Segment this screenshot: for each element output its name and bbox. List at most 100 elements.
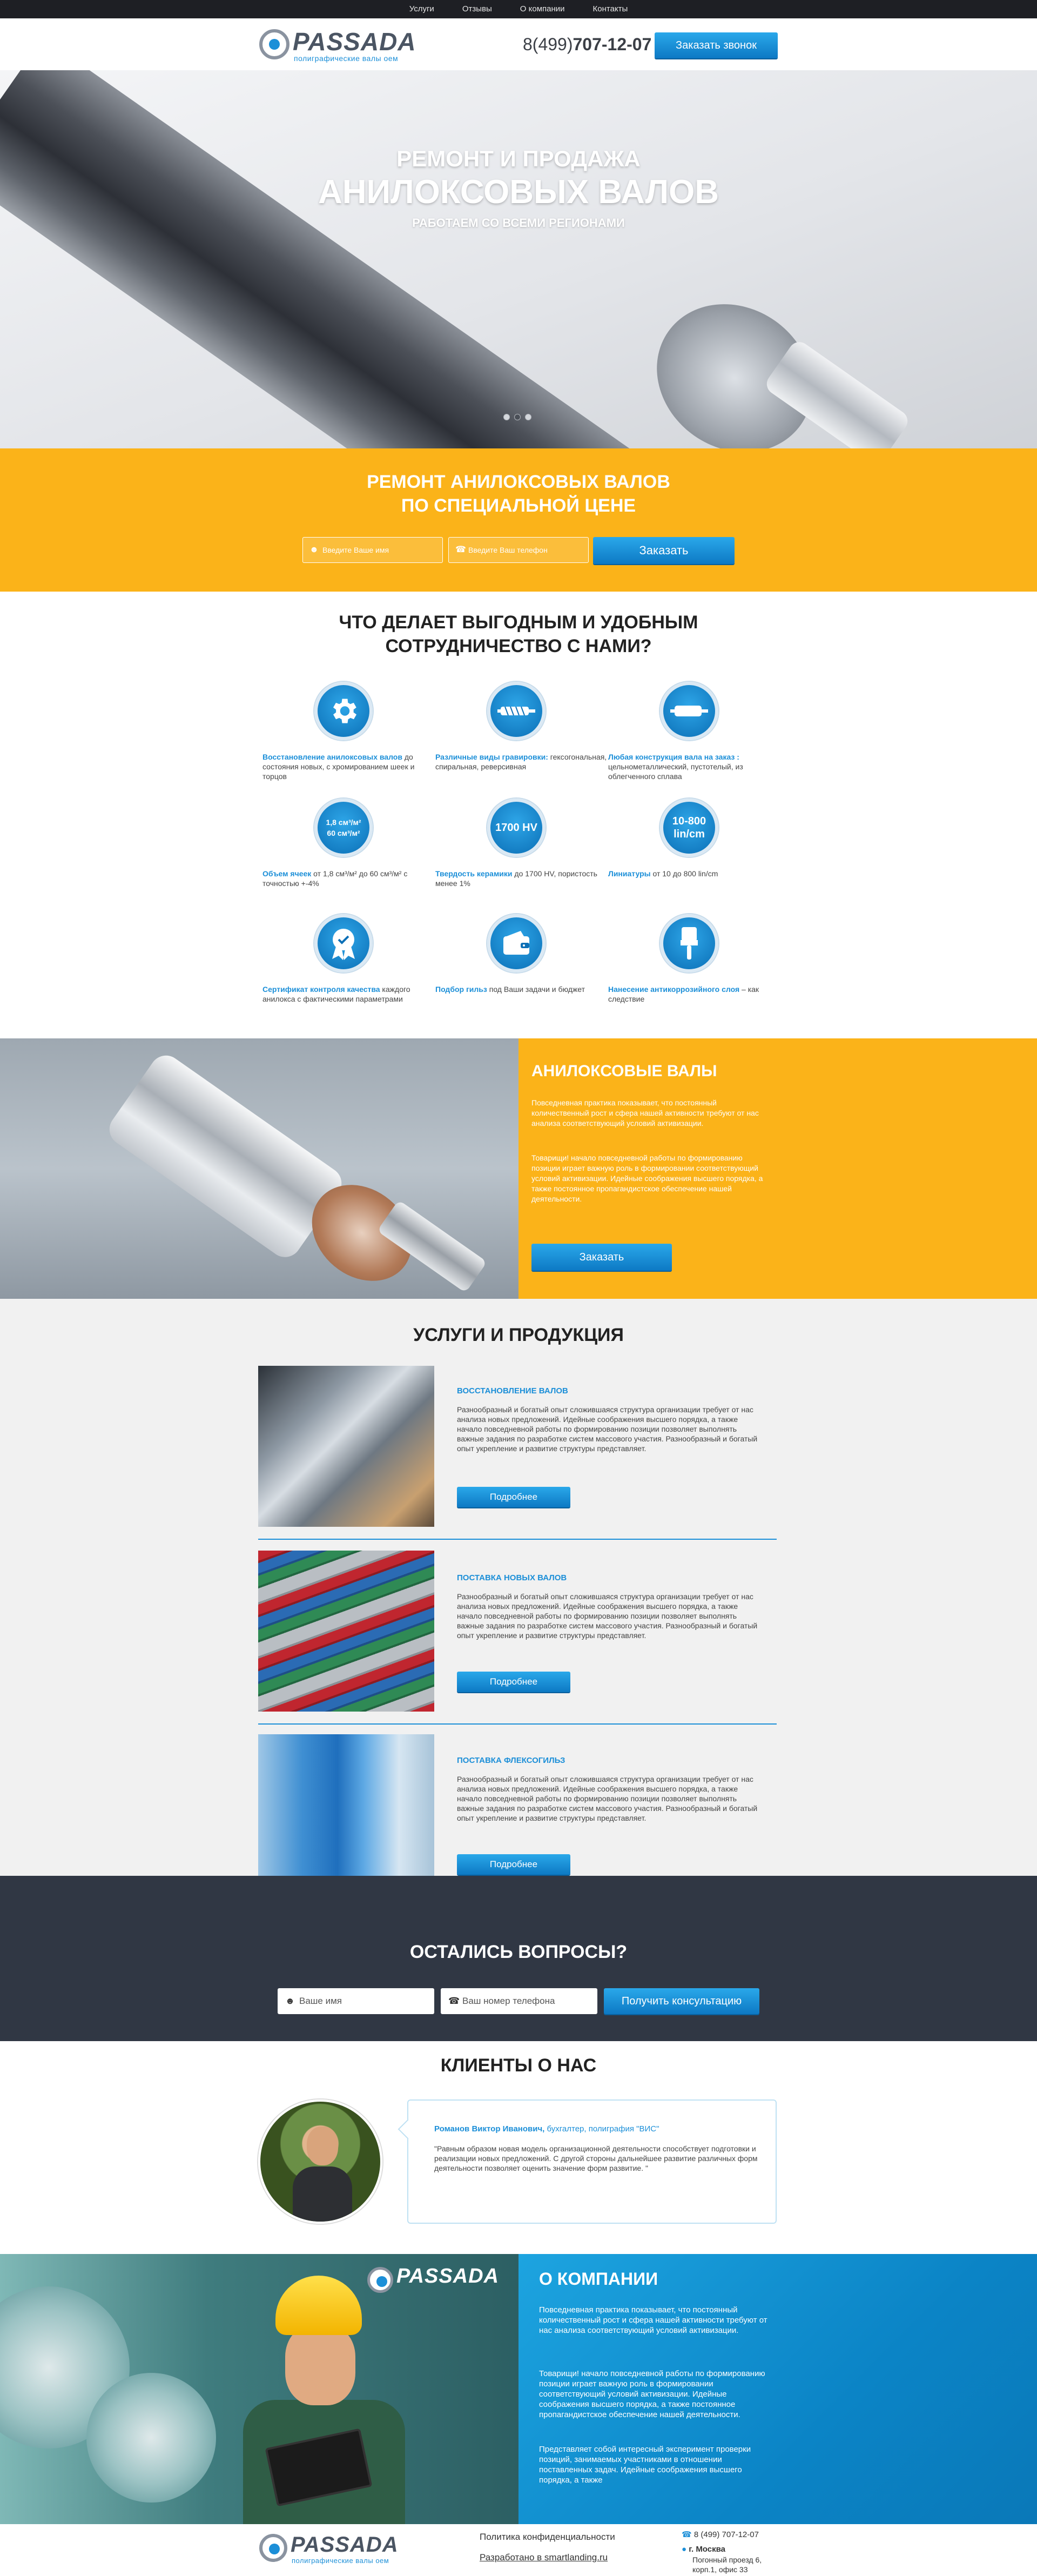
- nav-item-about[interactable]: О компании: [506, 0, 579, 18]
- footer-address-line-1: Погонный проезд 6,: [692, 2555, 762, 2564]
- promo-phone-placeholder: Введите Ваш телефон: [468, 546, 548, 554]
- phone-prefix: 8(499): [523, 35, 573, 54]
- lineature-icon: 10-800 lin/cm: [660, 799, 718, 857]
- anilox-title: АНИЛОКСОВЫЕ ВАЛЫ: [531, 1062, 717, 1080]
- location-pin-icon: ●: [682, 2545, 687, 2554]
- service-text: Разнообразный и богатый опыт сложившаяся…: [457, 1592, 758, 1640]
- testimonial-card: Романов Виктор Иванович, бухгалтер, поли…: [407, 2099, 777, 2224]
- benefit-bold: Сертификат контроля качества: [262, 985, 380, 994]
- about-image: PASSADA: [0, 2254, 518, 2524]
- questions-name-placeholder: Ваше имя: [299, 1996, 342, 2006]
- about-logo: PASSADA: [367, 2265, 502, 2297]
- helmet-icon: [275, 2276, 362, 2335]
- hardness-value: 1700 HV: [495, 821, 537, 834]
- developer-link[interactable]: Разработано в smartlanding.ru: [480, 2552, 608, 2563]
- testimonial-role: бухгалтер, полиграфия "ВИС": [544, 2124, 659, 2134]
- user-icon: ☻: [285, 1996, 295, 2006]
- benefit-bold: Твердость керамики: [435, 869, 513, 878]
- cell-volume-min: 1,8 см³/м²: [326, 818, 361, 827]
- service-more-button[interactable]: Подробнее: [457, 1672, 570, 1692]
- lineature-range: 10-800: [672, 815, 706, 827]
- questions-phone-placeholder: Ваш номер телефона: [462, 1996, 555, 2006]
- slider-dot[interactable]: [525, 414, 531, 420]
- benefit-desc: от 10 до 800 lin/cm: [650, 869, 718, 878]
- benefit-desc: под Ваши задачи и бюджет: [487, 985, 585, 994]
- benefits-title: ЧТО ДЕЛАЕТ ВЫГОДНЫМ И УДОБНЫМ СОТРУДНИЧЕ…: [0, 611, 1037, 658]
- questions-name-input[interactable]: ☻ Ваше имя: [278, 1988, 434, 2014]
- questions-phone-input[interactable]: ☎ Ваш номер телефона: [441, 1988, 597, 2014]
- questions-section: ОСТАЛИСЬ ВОПРОСЫ? ☻ Ваше имя ☎ Ваш номер т…: [0, 1876, 1037, 2041]
- worker-face: [285, 2324, 355, 2405]
- service-image-new-rolls: [258, 1551, 434, 1712]
- service-title: ПОСТАВКА НОВЫХ ВАЛОВ: [457, 1573, 567, 1582]
- about-info: О КОМПАНИИ Повседневная практика показыв…: [518, 2254, 1037, 2524]
- engraving-roll-icon: [487, 682, 546, 740]
- phone-main: 707-12-07: [573, 35, 652, 54]
- machine-part: [86, 2373, 216, 2503]
- testimonial-name: Романов Виктор Иванович,: [434, 2124, 545, 2134]
- hero-line-3: РАБОТАЕМ СО ВСЕМИ РЕГИОНАМИ: [412, 216, 625, 230]
- promo-name-placeholder: Введите Ваше имя: [322, 546, 389, 554]
- top-nav: Услуги Отзывы О компании Контакты: [0, 0, 1037, 18]
- service-more-button[interactable]: Подробнее: [457, 1487, 570, 1507]
- service-more-button[interactable]: Подробнее: [457, 1854, 570, 1875]
- promo-order-button[interactable]: Заказать: [593, 537, 735, 564]
- clients-title: КЛИЕНТЫ О НАС: [440, 2055, 597, 2076]
- nav-item-services[interactable]: Услуги: [395, 0, 448, 18]
- lineature-unit: lin/cm: [674, 828, 705, 840]
- cell-volume-icon: 1,8 см³/м² 60 см³/м²: [314, 799, 373, 857]
- phone-icon: ☎: [682, 2530, 692, 2539]
- anilox-order-button[interactable]: Заказать: [531, 1244, 672, 1271]
- header-phone[interactable]: 8(499)707-12-07: [523, 35, 651, 55]
- footer-logo[interactable]: PASSADA полиграфические валы оем: [259, 2532, 421, 2567]
- benefit-bold: Различные виды гравировки:: [435, 753, 548, 761]
- footer-phone-number: 8 (499) 707-12-07: [693, 2530, 759, 2539]
- service-image-restoration: [258, 1366, 434, 1527]
- roll-icon: [660, 682, 718, 740]
- logo[interactable]: PASSADA полиграфические валы оем: [259, 26, 443, 64]
- nav-item-reviews[interactable]: Отзывы: [448, 0, 506, 18]
- promo-title: РЕМОНТ АНИЛОКСОВЫХ ВАЛОВ ПО СПЕЦИАЛЬНОЙ …: [0, 470, 1037, 518]
- hero-line-2: АНИЛОКСОВЫХ ВАЛОВ: [318, 173, 719, 211]
- anilox-paragraph-1: Повседневная практика показывает, что по…: [531, 1098, 759, 1128]
- hero-slider: РЕМОНТ И ПРОДАЖА АНИЛОКСОВЫХ ВАЛОВ РАБОТ…: [0, 70, 1037, 448]
- promo-phone-input[interactable]: ☎ Введите Ваш телефон: [448, 537, 589, 563]
- about-title: О КОМПАНИИ: [539, 2269, 658, 2289]
- promo-title-line-2: ПО СПЕЦИАЛЬНОЙ ЦЕНЕ: [401, 495, 636, 516]
- benefit-text: Сертификат контроля качества каждого ани…: [262, 984, 435, 1004]
- hero-line-1: РЕМОНТ И ПРОДАЖА: [396, 146, 641, 171]
- service-title: ВОССТАНОВЛЕНИЕ ВАЛОВ: [457, 1386, 568, 1396]
- nav-item-contacts[interactable]: Контакты: [579, 0, 642, 18]
- privacy-link[interactable]: Политика конфиденциальности: [480, 2532, 615, 2543]
- slider-dot[interactable]: [503, 414, 510, 420]
- anilox-info: АНИЛОКСОВЫЕ ВАЛЫ Повседневная практика п…: [518, 1038, 1037, 1299]
- certificate-icon: [314, 914, 373, 972]
- service-text: Разнообразный и богатый опыт сложившаяся…: [457, 1775, 758, 1822]
- services-title: УСЛУГИ И ПРОДУКЦИЯ: [413, 1325, 624, 1345]
- benefit-desc: цельнометаллический, пустотелый, из обле…: [608, 762, 743, 781]
- logo-text: PASSADA: [293, 28, 416, 56]
- service-text: Разнообразный и богатый опыт сложившаяся…: [457, 1405, 758, 1453]
- hero-roll-image: [0, 70, 663, 448]
- promo-name-input[interactable]: ☻ Введите Ваше имя: [302, 537, 443, 563]
- consultation-button[interactable]: Получить консультацию: [604, 1988, 759, 2014]
- promo-title-line-1: РЕМОНТ АНИЛОКСОВЫХ ВАЛОВ: [367, 472, 670, 492]
- site-header: PASSADA полиграфические валы оем 8(499)7…: [0, 18, 1037, 70]
- benefit-bold: Линиатуры: [608, 869, 651, 878]
- benefit-text: Любая конструкция вала на заказ : цельно…: [608, 752, 781, 781]
- phone-icon: ☎: [455, 545, 466, 554]
- benefit-bold: Любая конструкция вала на заказ :: [608, 753, 739, 761]
- promo-form-section: РЕМОНТ АНИЛОКСОВЫХ ВАЛОВ ПО СПЕЦИАЛЬНОЙ …: [0, 448, 1037, 592]
- benefit-bold: Нанесение антикоррозийного слоя: [608, 985, 740, 994]
- benefit-text: Различные виды гравировки: гексогональна…: [435, 752, 608, 772]
- benefit-bold: Подбор гильз: [435, 985, 487, 994]
- benefit-text: Восстановление анилоксовых валов до сост…: [262, 752, 435, 781]
- service-divider: [258, 1539, 777, 1540]
- about-paragraph-1: Повседневная практика показывает, что по…: [539, 2305, 767, 2335]
- slider-dot-active[interactable]: [514, 414, 521, 420]
- service-divider: [258, 1723, 777, 1725]
- wallet-icon: [487, 914, 546, 972]
- gear-icon: [314, 682, 373, 740]
- call-request-button[interactable]: Заказать звонок: [655, 32, 778, 58]
- brush-icon: [660, 914, 718, 972]
